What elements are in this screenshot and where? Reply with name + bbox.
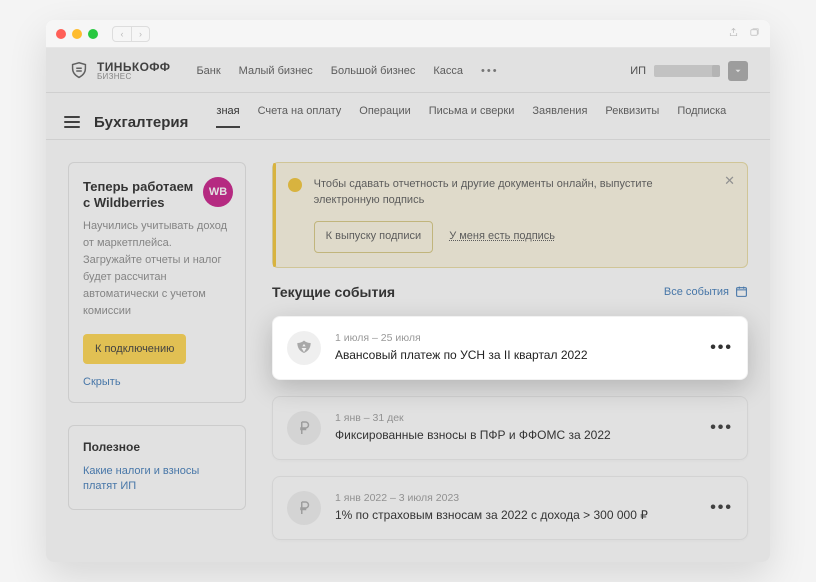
event-date: 1 июля – 25 июля (335, 332, 696, 344)
topnav-item[interactable]: Банк (196, 65, 220, 77)
event-card[interactable]: 1 янв – 31 дек Фиксированные взносы в ПФ… (272, 396, 748, 460)
event-more-icon[interactable]: ••• (710, 499, 733, 517)
event-title: Авансовый платеж по УСН за II квартал 20… (335, 347, 696, 363)
info-dot-icon (288, 178, 302, 192)
notice-action-button[interactable]: К выпуску подписи (314, 221, 434, 253)
tab[interactable]: Реквизиты (605, 105, 659, 127)
wb-badge-icon: WB (203, 177, 233, 207)
tab[interactable]: Счета на оплату (258, 105, 342, 127)
topnav-item[interactable]: Малый бизнес (239, 65, 313, 77)
calendar-icon (735, 285, 748, 298)
nav-back-icon[interactable]: ‹ (113, 27, 131, 41)
share-icon[interactable] (728, 27, 739, 41)
event-date: 1 янв 2022 – 3 июля 2023 (335, 492, 696, 504)
top-nav: Банк Малый бизнес Большой бизнес Касса •… (196, 65, 498, 77)
notice-secondary-link[interactable]: У меня есть подпись (449, 229, 555, 245)
signature-notice: Чтобы сдавать отчетность и другие докуме… (272, 162, 748, 268)
tabs: зная Счета на оплату Операции Письма и с… (216, 105, 726, 139)
nav-forward-icon[interactable]: › (131, 27, 149, 41)
events-heading: Текущие события (272, 284, 395, 300)
maximize-window-icon[interactable] (88, 29, 98, 39)
event-card[interactable]: 1 янв 2022 – 3 июля 2023 1% по страховым… (272, 476, 748, 540)
user-menu-chevron-icon[interactable] (728, 61, 748, 81)
topnav-more-icon[interactable]: ••• (481, 65, 499, 77)
ruble-icon (287, 411, 321, 445)
topnav-item[interactable]: Большой бизнес (331, 65, 416, 77)
eagle-icon (287, 331, 321, 365)
useful-card: Полезное Какие налоги и взносы платят ИП (68, 425, 246, 510)
logo-shield-icon (68, 60, 90, 82)
user-prefix: ИП (630, 65, 646, 77)
event-date: 1 янв – 31 дек (335, 412, 696, 424)
mac-titlebar: ‹ › (46, 20, 770, 48)
events-header: Текущие события Все события (272, 284, 748, 300)
subbar: Бухгалтерия зная Счета на оплату Операци… (46, 93, 770, 140)
notice-text: Чтобы сдавать отчетность и другие докуме… (314, 177, 713, 209)
app-window: ‹ › ТИНЬКОФФ (46, 20, 770, 562)
user-name-redacted (654, 65, 720, 77)
tab[interactable]: Заявления (532, 105, 587, 127)
event-more-icon[interactable]: ••• (710, 419, 733, 437)
close-window-icon[interactable] (56, 29, 66, 39)
tabs-icon[interactable] (749, 27, 760, 41)
menu-burger-icon[interactable] (64, 114, 80, 130)
tab[interactable]: Подписка (677, 105, 726, 127)
useful-link[interactable]: Какие налоги и взносы платят ИП (83, 464, 231, 495)
event-more-icon[interactable]: ••• (710, 339, 733, 357)
notice-accent-bar (273, 163, 276, 267)
traffic-lights (56, 29, 98, 39)
page-title: Бухгалтерия (94, 114, 188, 131)
logo[interactable]: ТИНЬКОФФ БИЗНЕС (68, 60, 170, 82)
wb-description: Научились учитывать доход от маркетплейс… (83, 218, 231, 320)
useful-title: Полезное (83, 440, 231, 454)
tab[interactable]: Письма и сверки (429, 105, 515, 127)
event-title: 1% по страховым взносам за 2022 с дохода… (335, 507, 696, 523)
browser-nav-arrows: ‹ › (112, 26, 150, 42)
close-icon[interactable]: ✕ (724, 173, 735, 189)
wb-title: Теперь работаем с Wildberries (83, 179, 203, 212)
user-block[interactable]: ИП (630, 61, 748, 81)
tab[interactable]: зная (216, 105, 239, 127)
wb-connect-button[interactable]: К подключению (83, 334, 186, 364)
logo-line2: БИЗНЕС (97, 73, 170, 81)
tab[interactable]: Операции (359, 105, 410, 127)
wildberries-card: Теперь работаем с Wildberries WB Научили… (68, 162, 246, 403)
topbar: ТИНЬКОФФ БИЗНЕС Банк Малый бизнес Большо… (46, 48, 770, 93)
minimize-window-icon[interactable] (72, 29, 82, 39)
ruble-icon (287, 491, 321, 525)
wb-hide-link[interactable]: Скрыть (83, 376, 231, 388)
topnav-item[interactable]: Касса (433, 65, 463, 77)
all-events-link[interactable]: Все события (664, 285, 748, 298)
event-title: Фиксированные взносы в ПФР и ФФОМС за 20… (335, 427, 696, 443)
event-card[interactable]: 1 июля – 25 июля Авансовый платеж по УСН… (272, 316, 748, 380)
